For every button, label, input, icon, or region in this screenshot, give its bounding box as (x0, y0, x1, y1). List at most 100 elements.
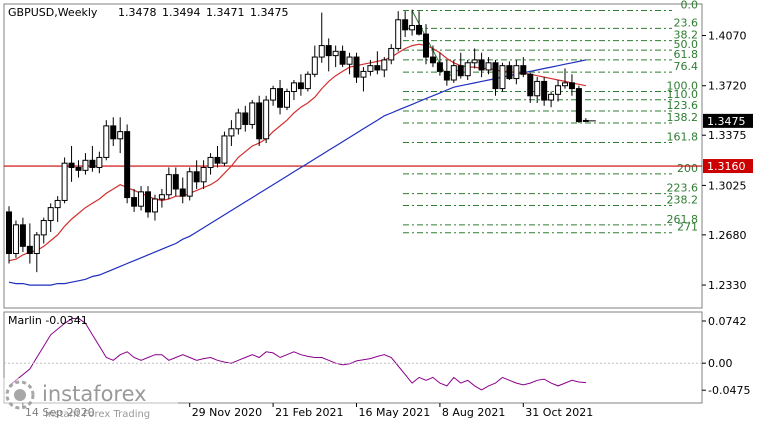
candle-body-bear (374, 65, 381, 71)
candle-body-bear (145, 191, 151, 213)
candle-body-bull (47, 207, 54, 222)
candle-body-bull (235, 112, 242, 130)
time-tick-label: 21 Feb 2021 (275, 406, 343, 419)
current-price-tag-label: 1.3475 (707, 115, 746, 128)
candle-body-bull (562, 82, 568, 87)
candle-body-bear (75, 166, 82, 171)
candle-body-bull (450, 65, 457, 81)
candle-body-bull (471, 59, 478, 64)
time-tick-label: 29 Nov 2020 (192, 406, 262, 419)
price-tick-label: 1.3375 (708, 129, 747, 142)
candle-body-bear (506, 65, 513, 80)
candle-body-bull (409, 25, 416, 31)
candle-body-bear (575, 88, 582, 123)
candle (12, 220, 19, 258)
candle-body-bear (457, 65, 464, 77)
candle (575, 85, 582, 124)
candle-body-bull (54, 199, 61, 209)
fib-level-label: 0.0 (681, 0, 699, 11)
candle (221, 131, 228, 167)
time-tick-label: 31 Oct 2021 (525, 406, 593, 419)
price-tick-label: 1.3025 (708, 179, 747, 192)
candle-body-bull (33, 234, 40, 255)
candle-body-bull (464, 62, 471, 77)
logo-tagline-text: Instant Forex Trading (45, 409, 150, 420)
time-tick-label: 8 Aug 2021 (442, 406, 505, 419)
price-tick-label: 1.3720 (708, 80, 747, 93)
indicator-tick-label: 0.0742 (708, 315, 747, 328)
candle-body-bear (353, 56, 360, 78)
candle-body-bull (311, 56, 318, 75)
candle-body-bear (256, 102, 263, 140)
candle-body-bull (360, 70, 367, 78)
indicator-title: Marlin -0.0341 (8, 314, 88, 327)
price-tick-label: 1.2330 (708, 279, 747, 292)
candle-body-bull (290, 82, 297, 92)
candle-body-bull (158, 194, 165, 200)
candle (103, 120, 110, 161)
indicator-tick-label: -0.0475 (708, 384, 750, 397)
candle-body-bear (179, 188, 186, 197)
candle-body-bull (555, 85, 562, 95)
candle-body-bull (103, 125, 110, 158)
candle-body-bear (520, 65, 527, 75)
fib-level-label: 76.4 (674, 60, 699, 73)
indicator-tick-label: 0.00 (708, 357, 733, 370)
candle-body-bull (513, 65, 520, 80)
candle-body-bear (325, 45, 332, 57)
candle (263, 95, 270, 144)
candle-body-bull (270, 88, 277, 101)
candle-body-bull (388, 47, 395, 61)
candle-body-bull (534, 80, 541, 97)
candle-body-bear (26, 245, 33, 255)
candle-body-bear (402, 19, 409, 31)
candle (249, 100, 256, 129)
candle-body-bear (527, 73, 534, 97)
ohlc-open: 1.3478 (118, 6, 157, 19)
candle (124, 124, 131, 204)
candle-body-bull (207, 156, 214, 168)
candle-body-bear (478, 59, 485, 71)
candle-body-bear (124, 131, 131, 199)
fib-level-label: 271 (677, 221, 698, 234)
candle-body-bear (172, 174, 179, 190)
support-price-tag-label: 1.3160 (707, 160, 746, 173)
fib-level-label: 238.2 (667, 193, 699, 206)
candle (499, 62, 506, 92)
candle (61, 157, 68, 204)
candle-body-bull (395, 19, 402, 49)
candle-body-bear (423, 33, 429, 58)
candle-body-bull (318, 45, 325, 58)
fib-level-label: 200 (677, 162, 698, 175)
candle-body-bear (568, 82, 575, 90)
price-tick-label: 1.2680 (708, 229, 747, 242)
candle-body-bull (138, 191, 145, 207)
candle-body-bull (499, 65, 506, 90)
candle-body-bull (367, 65, 374, 72)
chart-title: GBPUSD,Weekly (8, 6, 98, 19)
candle-body-bull (165, 174, 172, 196)
fib-level-label: 138.2 (667, 111, 699, 124)
time-tick-label: 16 May 2021 (359, 406, 431, 419)
logo-brand-text: instaforex (42, 382, 147, 406)
candle-body-bear (242, 112, 249, 125)
candle-body-bull (249, 102, 256, 125)
chart-root: 0.023.638.250.061.876.4100.0110.0123.613… (0, 0, 758, 423)
candle-body-bear (492, 62, 499, 90)
candle-body-bear (541, 80, 548, 101)
candle-body-bear (429, 56, 436, 64)
candle-body-bear (68, 162, 75, 168)
candle-body-bull (332, 50, 339, 57)
candle-body-bull (61, 162, 68, 201)
candle-body-bear (582, 119, 589, 122)
candle-body-bull (117, 131, 124, 140)
candle-body-bull (228, 128, 235, 137)
candle-body-bear (297, 82, 304, 90)
candle-body-bear (339, 50, 346, 65)
candle-body-bull (381, 59, 388, 71)
candle-body-bear (193, 171, 200, 183)
candle (186, 167, 193, 201)
candle-body-bull (96, 156, 103, 168)
price-tick-label: 1.4070 (708, 30, 747, 43)
candle-body-bull (304, 73, 311, 90)
